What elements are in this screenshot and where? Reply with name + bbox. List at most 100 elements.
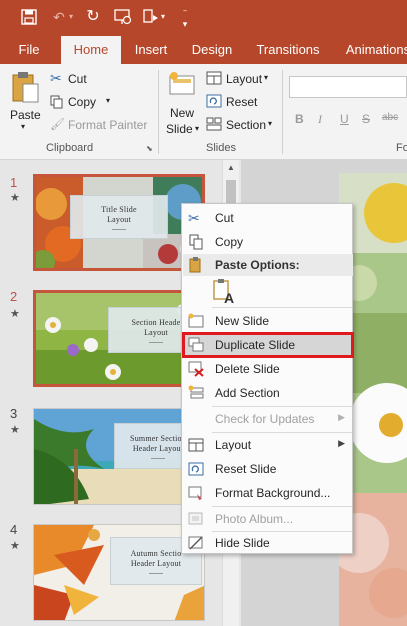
slide-number: 1 bbox=[10, 175, 18, 190]
section-label: Section bbox=[226, 118, 267, 132]
new-slide-label: New bbox=[170, 106, 195, 120]
paste-keep-text-only-button[interactable]: A bbox=[212, 278, 236, 306]
layout-icon bbox=[188, 438, 204, 452]
animation-star-icon: ★ bbox=[10, 540, 20, 552]
ribbon-separator bbox=[158, 70, 159, 154]
menu-section-label: Paste Options: bbox=[215, 258, 300, 272]
slide-thumbnail-title: Section Heade bbox=[131, 317, 181, 327]
font-name-input[interactable] bbox=[289, 76, 407, 98]
menu-item-label: Delete Slide bbox=[215, 362, 280, 376]
scroll-up-icon[interactable]: ▲ bbox=[223, 160, 239, 176]
slides-group-label: Slides bbox=[206, 142, 236, 154]
paste-text-only-icon: A bbox=[213, 279, 234, 306]
font-group-label: Fo bbox=[396, 142, 407, 154]
layout-button[interactable]: Layout ▾ bbox=[206, 70, 276, 88]
menu-item-duplicate-slide[interactable]: Duplicate Slide bbox=[182, 332, 354, 358]
menu-item-check-for-updates[interactable]: Check for Updates ▶ bbox=[183, 407, 353, 431]
menu-item-reset-slide[interactable]: Reset Slide bbox=[183, 457, 353, 481]
section-dropdown-icon: ▾ bbox=[268, 119, 273, 128]
menu-item-label: Add Section bbox=[215, 386, 280, 400]
tab-transitions[interactable]: Transitions bbox=[250, 34, 326, 64]
paste-icon bbox=[12, 72, 39, 103]
slide-thumbnail-3[interactable]: Summer Section Header Layout bbox=[33, 408, 205, 505]
menu-item-format-background[interactable]: Format Background... bbox=[183, 481, 353, 505]
submenu-arrow-icon: ▶ bbox=[338, 438, 345, 448]
hide-slide-icon bbox=[188, 536, 203, 550]
new-slide-dropdown-icon: ▾ bbox=[195, 124, 200, 133]
animation-star-icon: ★ bbox=[10, 192, 20, 204]
format-painter-button[interactable]: 🖌 Format Painter bbox=[50, 116, 150, 134]
paste-button[interactable]: Paste ▾ bbox=[6, 68, 44, 136]
menu-item-photo-album[interactable]: Photo Album... bbox=[183, 507, 353, 531]
clipboard-launcher-icon[interactable]: ⬊ bbox=[146, 144, 153, 153]
menu-item-add-section[interactable]: Add Section bbox=[183, 381, 353, 405]
copy-dropdown-icon[interactable]: ▾ bbox=[106, 96, 110, 105]
ribbon-home: Paste ▾ ✂ Cut Copy ▾ 🖌 Format Painter Cl… bbox=[0, 64, 407, 160]
slideshow-from-start-icon[interactable] bbox=[114, 7, 132, 27]
menu-item-label: Cut bbox=[215, 211, 234, 225]
clipboard-group-label: Clipboard bbox=[46, 142, 94, 154]
menu-item-hide-slide[interactable]: Hide Slide bbox=[183, 531, 353, 555]
copy-icon bbox=[189, 234, 203, 250]
layout-icon bbox=[206, 71, 222, 85]
copy-label: Copy bbox=[68, 95, 97, 109]
menu-item-copy[interactable]: Copy bbox=[183, 230, 353, 254]
menu-item-label: New Slide bbox=[215, 314, 270, 328]
menu-item-label: Copy bbox=[215, 235, 244, 249]
reset-label: Reset bbox=[226, 95, 258, 109]
scissors-icon: ✂ bbox=[50, 70, 62, 86]
copy-icon bbox=[50, 95, 63, 109]
reset-button[interactable]: Reset bbox=[206, 93, 266, 111]
new-slide-button[interactable]: New Slide ▾ bbox=[163, 68, 203, 140]
menu-item-label: Hide Slide bbox=[215, 536, 270, 550]
strikethrough-button[interactable]: S bbox=[362, 112, 370, 126]
save-icon[interactable] bbox=[20, 7, 38, 27]
menu-item-label: Photo Album... bbox=[215, 512, 294, 526]
redo-icon[interactable]: ↻ bbox=[84, 7, 102, 27]
slide-number: 2 bbox=[10, 289, 18, 304]
subtitle-placeholder-line bbox=[149, 341, 163, 343]
menu-item-cut[interactable]: ✂ Cut bbox=[183, 206, 353, 230]
animation-star-icon: ★ bbox=[10, 308, 20, 320]
tab-design[interactable]: Design bbox=[186, 34, 238, 64]
layout-label: Layout bbox=[226, 72, 263, 86]
new-slide-label-2: Slide bbox=[166, 122, 193, 136]
menu-item-new-slide[interactable]: New Slide bbox=[183, 309, 353, 333]
photo-album-icon bbox=[188, 512, 203, 525]
ribbon-tabs: File Home Insert Design Transitions Anim… bbox=[0, 34, 407, 64]
slide-number: 3 bbox=[10, 406, 18, 421]
new-slide-icon bbox=[188, 313, 204, 328]
title-bar: ↶ ▾ ↻ ▾ ‾ ▾ bbox=[0, 0, 407, 34]
reset-slide-icon bbox=[188, 462, 204, 476]
tab-home[interactable]: Home bbox=[61, 36, 121, 64]
subtitle-placeholder-line bbox=[112, 228, 126, 230]
text-shadow-button[interactable]: abc bbox=[382, 112, 398, 123]
format-background-icon bbox=[188, 486, 202, 500]
section-button[interactable]: Section ▾ bbox=[206, 116, 278, 134]
tab-insert[interactable]: Insert bbox=[126, 34, 176, 64]
slide-thumbnail-title-box: Title Slide Layout bbox=[70, 195, 168, 239]
cut-button[interactable]: ✂ Cut bbox=[50, 70, 110, 88]
slide-thumbnail-2[interactable]: Section Heade Layout bbox=[33, 290, 205, 387]
undo-dropdown-icon[interactable]: ▾ bbox=[66, 7, 76, 27]
italic-button[interactable]: I bbox=[318, 112, 322, 127]
slide-thumbnail-title: Autumn Sectio bbox=[130, 548, 182, 558]
tab-animations[interactable]: Animations bbox=[338, 34, 407, 64]
underline-button[interactable]: U bbox=[340, 112, 349, 126]
slide-thumbnail-1[interactable]: Title Slide Layout bbox=[33, 174, 205, 271]
tab-file[interactable]: File bbox=[8, 34, 50, 64]
menu-item-label: Check for Updates bbox=[215, 412, 315, 426]
bold-button[interactable]: B bbox=[295, 112, 304, 126]
menu-item-layout[interactable]: Layout ▶ bbox=[183, 433, 353, 457]
touch-mode-dropdown-icon[interactable]: ▾ bbox=[158, 7, 168, 27]
customize-qat-icon[interactable]: ‾ ▾ bbox=[178, 7, 192, 29]
slide-thumbnail-4[interactable]: Autumn Sectio Header Layout bbox=[33, 524, 205, 621]
copy-button[interactable]: Copy ▾ bbox=[50, 93, 116, 111]
menu-item-label: Format Background... bbox=[215, 486, 331, 500]
slide-thumbnail-title-2: Header Layout bbox=[132, 443, 184, 453]
svg-text:A: A bbox=[224, 290, 234, 304]
slide-thumbnail-title-2: Layout bbox=[107, 214, 131, 224]
add-section-icon bbox=[188, 385, 204, 399]
menu-item-delete-slide[interactable]: Delete Slide bbox=[183, 357, 353, 381]
reset-icon bbox=[206, 94, 222, 108]
